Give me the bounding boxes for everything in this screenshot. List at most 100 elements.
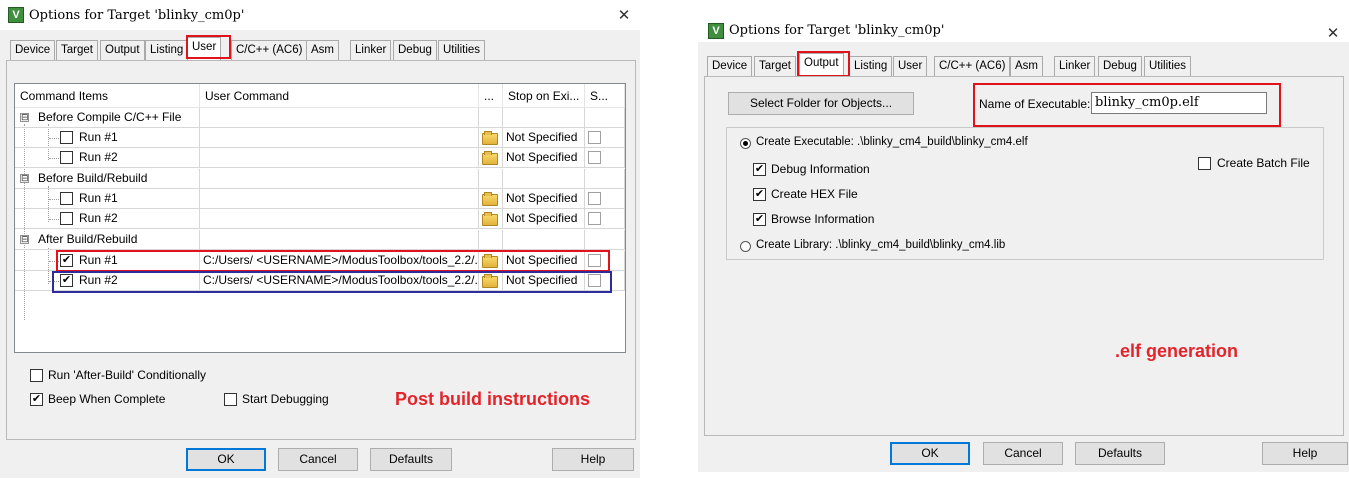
tab-asm[interactable]: Asm xyxy=(306,40,339,60)
create-hex-label: Create HEX File xyxy=(771,187,858,201)
create-executable-label: Create Executable: .\blinky_cm4_build\bl… xyxy=(756,136,1028,148)
create-hex-checkbox[interactable]: ✔ xyxy=(753,188,766,201)
title-bar: V Options for Target 'blinky_cm0p' ✕ xyxy=(0,0,640,30)
tab-output[interactable]: Output xyxy=(100,40,145,60)
user-command-cell[interactable] xyxy=(200,128,479,148)
run-after-build-label: Run 'After-Build' Conditionally xyxy=(48,368,206,382)
browse-cell[interactable] xyxy=(479,148,503,168)
stop-on-exit-cell[interactable]: Not Specified xyxy=(503,209,585,229)
empty-cell xyxy=(479,169,503,189)
window-title: Options for Target 'blinky_cm0p' xyxy=(29,8,245,23)
browse-cell[interactable] xyxy=(479,209,503,229)
defaults-button[interactable]: Defaults xyxy=(1075,442,1165,465)
tab-debug[interactable]: Debug xyxy=(1098,56,1142,76)
folder-icon[interactable] xyxy=(482,151,498,165)
ok-button[interactable]: OK xyxy=(186,448,266,471)
help-button[interactable]: Help xyxy=(1262,442,1348,465)
ok-button[interactable]: OK xyxy=(890,442,970,465)
tab-cpp[interactable]: C/C++ (AC6) xyxy=(231,40,308,60)
executable-name-highlight xyxy=(973,83,1281,127)
debug-information-label: Debug Information xyxy=(771,162,870,176)
tab-debug[interactable]: Debug xyxy=(393,40,437,60)
table-row[interactable]: Run #2 Not Specified xyxy=(15,148,625,168)
tree-group-before-compile[interactable]: ⊟ Before Compile C/C++ File xyxy=(15,108,625,128)
empty-cell xyxy=(200,230,479,250)
browse-information-checkbox[interactable]: ✔ xyxy=(753,213,766,226)
stop-on-exit-cell[interactable]: Not Specified xyxy=(503,189,585,209)
user-command-cell[interactable] xyxy=(200,209,479,229)
create-library-radio[interactable] xyxy=(740,241,751,252)
defaults-button[interactable]: Defaults xyxy=(370,448,452,471)
column-header-command-items[interactable]: Command Items xyxy=(15,84,200,108)
browse-cell[interactable] xyxy=(479,128,503,148)
options-dialog-user: V Options for Target 'blinky_cm0p' ✕ Dev… xyxy=(0,0,640,478)
run-label: Run #2 xyxy=(15,209,200,229)
tab-device[interactable]: Device xyxy=(10,40,56,60)
s-cell[interactable] xyxy=(585,148,625,168)
empty-cell xyxy=(585,230,625,250)
tab-linker[interactable]: Linker xyxy=(350,40,392,60)
empty-cell xyxy=(503,108,585,128)
table-row[interactable]: Run #1 Not Specified xyxy=(15,189,625,209)
tab-target[interactable]: Target xyxy=(754,56,796,76)
empty-cell xyxy=(503,230,585,250)
user-command-cell[interactable] xyxy=(200,148,479,168)
s-checkbox[interactable] xyxy=(588,192,601,205)
create-batch-file-checkbox[interactable] xyxy=(1198,157,1211,170)
close-icon[interactable]: ✕ xyxy=(1323,24,1343,42)
empty-cell xyxy=(479,230,503,250)
empty-cell xyxy=(200,108,479,128)
column-header-stop-on-exit[interactable]: Stop on Exi... xyxy=(503,84,585,108)
post-build-annotation: Post build instructions xyxy=(395,389,591,409)
cancel-button[interactable]: Cancel xyxy=(983,442,1063,465)
select-folder-button[interactable]: Select Folder for Objects... xyxy=(728,92,914,115)
start-debugging-checkbox[interactable] xyxy=(224,393,237,406)
run-after-build-checkbox[interactable] xyxy=(30,369,43,382)
tab-asm[interactable]: Asm xyxy=(1010,56,1043,76)
group-label: Before Compile C/C++ File xyxy=(15,108,200,128)
column-header-user-command[interactable]: User Command xyxy=(200,84,479,108)
table-row[interactable]: Run #2 Not Specified xyxy=(15,209,625,229)
folder-icon[interactable] xyxy=(482,192,498,206)
empty-cell xyxy=(585,169,625,189)
cancel-button[interactable]: Cancel xyxy=(278,448,358,471)
column-header-browse[interactable]: ... xyxy=(479,84,503,108)
browse-cell[interactable] xyxy=(479,189,503,209)
app-icon: V xyxy=(708,23,724,39)
tree-group-before-build[interactable]: ⊟ Before Build/Rebuild xyxy=(15,169,625,189)
table-row[interactable]: Run #1 Not Specified xyxy=(15,128,625,148)
user-command-table: Command Items User Command ... Stop on E… xyxy=(14,83,626,353)
column-header-s[interactable]: S... xyxy=(585,84,625,108)
folder-icon[interactable] xyxy=(482,131,498,145)
s-cell[interactable] xyxy=(585,128,625,148)
app-icon: V xyxy=(8,7,24,23)
empty-cell xyxy=(503,169,585,189)
tab-device[interactable]: Device xyxy=(707,56,753,76)
tab-target[interactable]: Target xyxy=(56,40,98,60)
user-tab-highlight xyxy=(186,35,231,59)
debug-information-checkbox[interactable]: ✔ xyxy=(753,163,766,176)
folder-icon[interactable] xyxy=(482,212,498,226)
s-checkbox[interactable] xyxy=(588,131,601,144)
empty-cell xyxy=(200,169,479,189)
s-cell[interactable] xyxy=(585,189,625,209)
tab-cpp[interactable]: C/C++ (AC6) xyxy=(934,56,1011,76)
tab-listing[interactable]: Listing xyxy=(849,56,893,76)
help-button[interactable]: Help xyxy=(552,448,634,471)
user-command-cell[interactable] xyxy=(200,189,479,209)
tab-utilities[interactable]: Utilities xyxy=(438,40,486,60)
stop-on-exit-cell[interactable]: Not Specified xyxy=(503,148,585,168)
stop-on-exit-cell[interactable]: Not Specified xyxy=(503,128,585,148)
tree-group-after-build[interactable]: ⊟ After Build/Rebuild xyxy=(15,230,625,250)
close-icon[interactable]: ✕ xyxy=(614,6,634,24)
s-cell[interactable] xyxy=(585,209,625,229)
tab-linker[interactable]: Linker xyxy=(1054,56,1096,76)
s-checkbox[interactable] xyxy=(588,212,601,225)
tab-utilities[interactable]: Utilities xyxy=(1144,56,1192,76)
tab-listing[interactable]: Listing xyxy=(145,40,189,60)
s-checkbox[interactable] xyxy=(588,151,601,164)
tab-user[interactable]: User xyxy=(893,56,928,76)
beep-checkbox[interactable]: ✔ xyxy=(30,393,43,406)
window-title: Options for Target 'blinky_cm0p' xyxy=(729,23,945,38)
create-executable-radio[interactable] xyxy=(740,138,751,149)
